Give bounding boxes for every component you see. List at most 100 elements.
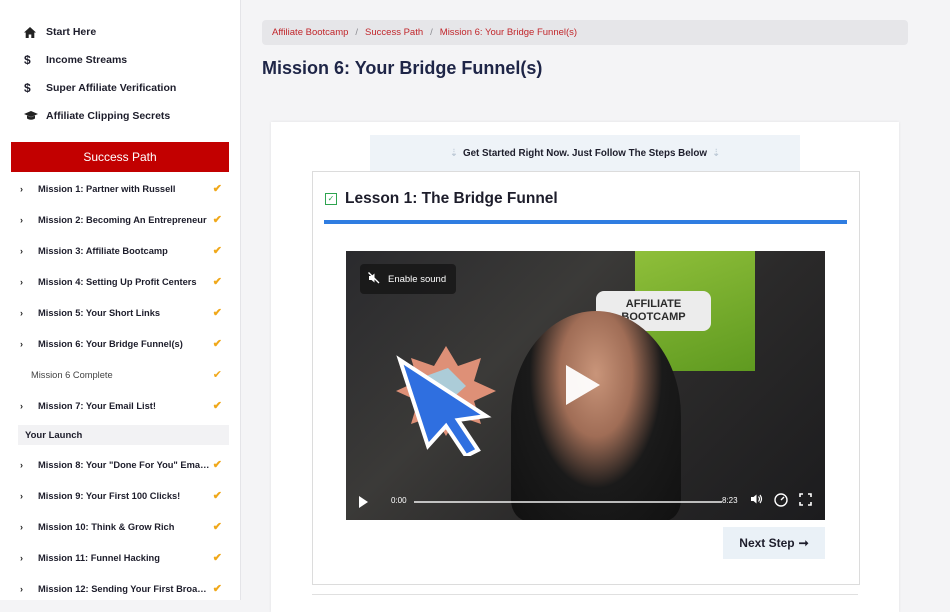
mission-label: Mission 2: Becoming An Entrepreneur — [38, 214, 207, 225]
nav-item-label: Super Affiliate Verification — [46, 82, 177, 94]
check-icon: ✔ — [212, 214, 222, 226]
nav-item-label: Income Streams — [46, 54, 128, 66]
divider — [312, 594, 858, 595]
mission-label: Mission 11: Funnel Hacking — [38, 552, 160, 563]
check-icon: ✔ — [212, 583, 222, 595]
chevron-right-icon: › — [20, 183, 23, 194]
playback-speed-icon[interactable] — [774, 493, 788, 510]
mission-label: Mission 5: Your Short Links — [38, 307, 161, 318]
sidebar-item-mission-2[interactable]: › Mission 2: Becoming An Entrepreneur ✔ — [0, 204, 240, 235]
arrow-right-icon: ➞ — [798, 536, 809, 550]
enable-sound-label: Enable sound — [388, 273, 447, 285]
sidebar-item-mission-5[interactable]: › Mission 5: Your Short Links ✔ — [0, 297, 240, 328]
chevron-right-icon: › — [20, 338, 23, 349]
page-title: Mission 6: Your Bridge Funnel(s) — [262, 58, 543, 78]
play-icon[interactable] — [566, 365, 600, 405]
lesson-header: ✓ Lesson 1: The Bridge Funnel — [325, 190, 558, 208]
chevron-right-icon: › — [20, 307, 23, 318]
next-step-button[interactable]: Next Step ➞ — [723, 527, 825, 559]
breadcrumb-separator: / — [430, 27, 433, 38]
check-icon: ✔ — [212, 490, 222, 502]
video-controls: 0:00 8:23 — [346, 484, 825, 520]
sidebar-item-mission-9[interactable]: › Mission 9: Your First 100 Clicks! ✔ — [0, 480, 240, 511]
home-icon — [24, 26, 46, 38]
breadcrumb-link-success-path[interactable]: Success Path — [365, 27, 423, 38]
sidebar-item-mission-6[interactable]: › Mission 6: Your Bridge Funnel(s) ✔ — [0, 328, 240, 359]
check-icon: ✔ — [212, 183, 222, 195]
top-nav: Start Here $ Income Streams $ Super Affi… — [0, 0, 240, 130]
check-icon: ✔ — [212, 276, 222, 288]
sidebar-item-mission-11[interactable]: › Mission 11: Funnel Hacking ✔ — [0, 542, 240, 573]
check-icon: ✔ — [212, 521, 222, 533]
duration: 8:23 — [722, 496, 738, 505]
fullscreen-icon[interactable] — [799, 493, 812, 509]
cursor-graphic — [386, 346, 506, 461]
chevron-right-icon: › — [20, 214, 23, 225]
check-icon: ✔ — [212, 245, 222, 257]
chevron-right-icon: › — [20, 276, 23, 287]
check-icon: ✔ — [212, 552, 222, 564]
chevron-right-icon: › — [20, 583, 23, 594]
check-icon: ✔ — [212, 459, 222, 471]
mission-label: Mission 7: Your Email List! — [38, 400, 156, 411]
nav-item-start-here[interactable]: Start Here — [0, 18, 240, 46]
mission-label: Mission 6 Complete — [31, 369, 113, 380]
arrow-down-icon: ⇣ — [449, 147, 458, 159]
nav-item-super-affiliate-verification[interactable]: $ Super Affiliate Verification — [0, 74, 240, 102]
sidebar-item-mission-6-complete[interactable]: Mission 6 Complete ✔ — [0, 359, 240, 390]
breadcrumb-separator: / — [355, 27, 359, 38]
sidebar-item-mission-10[interactable]: › Mission 10: Think & Grow Rich ✔ — [0, 511, 240, 542]
chevron-right-icon: › — [20, 490, 23, 501]
graduation-cap-icon — [24, 111, 46, 121]
nav-item-affiliate-clipping-secrets[interactable]: Affiliate Clipping Secrets — [0, 102, 240, 130]
breadcrumb-current[interactable]: Mission 6: Your Bridge Funnel(s) — [440, 27, 577, 38]
lesson-box: ✓ Lesson 1: The Bridge Funnel AFFILIATE … — [312, 171, 860, 585]
chevron-right-icon: › — [20, 521, 23, 532]
sidebar-item-mission-3[interactable]: › Mission 3: Affiliate Bootcamp ✔ — [0, 235, 240, 266]
mission-label: Mission 3: Affiliate Bootcamp — [38, 245, 168, 256]
current-time: 0:00 — [391, 496, 407, 505]
enable-sound-button[interactable]: Enable sound — [360, 264, 456, 294]
sidebar-item-mission-12[interactable]: › Mission 12: Sending Your First Broad..… — [0, 573, 240, 600]
group-label-your-launch: Your Launch — [18, 425, 229, 445]
volume-icon[interactable] — [750, 493, 764, 508]
sidebar-item-mission-7[interactable]: › Mission 7: Your Email List! ✔ — [0, 390, 240, 421]
sidebar-item-mission-4[interactable]: › Mission 4: Setting Up Profit Centers ✔ — [0, 266, 240, 297]
sidebar-item-mission-8[interactable]: › Mission 8: Your "Done For You" Emails … — [0, 449, 240, 480]
mission-label: Mission 8: Your "Done For You" Emails — [38, 459, 210, 470]
volume-muted-icon — [360, 271, 388, 287]
chevron-right-icon: › — [20, 552, 23, 563]
mission-label: Mission 10: Think & Grow Rich — [38, 521, 175, 532]
banner-text: Get Started Right Now. Just Follow The S… — [462, 147, 708, 159]
mission-label: Mission 9: Your First 100 Clicks! — [38, 490, 181, 501]
dollar-icon: $ — [24, 81, 31, 95]
lesson-title: Lesson 1: The Bridge Funnel — [345, 190, 558, 207]
chevron-right-icon: › — [20, 459, 23, 470]
arrow-down-icon: ⇣ — [712, 147, 721, 159]
nav-item-label: Start Here — [46, 26, 97, 38]
lesson-progress-bar — [324, 220, 847, 224]
mission-label: Mission 6: Your Bridge Funnel(s) — [38, 338, 183, 349]
breadcrumb: Affiliate Bootcamp / Success Path / Miss… — [262, 20, 908, 45]
chevron-right-icon: › — [20, 400, 23, 411]
mission-list: › Mission 1: Partner with Russell ✔ › Mi… — [0, 173, 240, 600]
next-step-label: Next Step — [739, 536, 795, 550]
checkbox-icon: ✓ — [325, 193, 337, 205]
nav-item-label: Affiliate Clipping Secrets — [46, 110, 171, 122]
nav-item-income-streams[interactable]: $ Income Streams — [0, 46, 240, 74]
sidebar: Start Here $ Income Streams $ Super Affi… — [0, 0, 241, 600]
mission-label: Mission 12: Sending Your First Broad... — [38, 583, 210, 594]
logo-text: AFFILIATE — [625, 298, 682, 310]
mission-label: Mission 1: Partner with Russell — [38, 183, 176, 194]
content-card: ⇣ Get Started Right Now. Just Follow The… — [271, 122, 899, 612]
seek-bar[interactable] — [414, 501, 722, 503]
sidebar-item-mission-1[interactable]: › Mission 1: Partner with Russell ✔ — [0, 173, 240, 204]
play-small-icon[interactable] — [359, 496, 368, 508]
dollar-icon: $ — [24, 53, 31, 67]
video-player[interactable]: AFFILIATE BOOTCAMP Enable sound 0:00 8:2… — [346, 251, 825, 520]
check-icon: ✔ — [212, 400, 222, 412]
breadcrumb-link-affiliate-bootcamp[interactable]: Affiliate Bootcamp — [272, 27, 348, 38]
success-path-header[interactable]: Success Path — [11, 142, 229, 172]
check-icon: ✔ — [212, 369, 222, 381]
mission-label: Mission 4: Setting Up Profit Centers — [38, 276, 197, 287]
